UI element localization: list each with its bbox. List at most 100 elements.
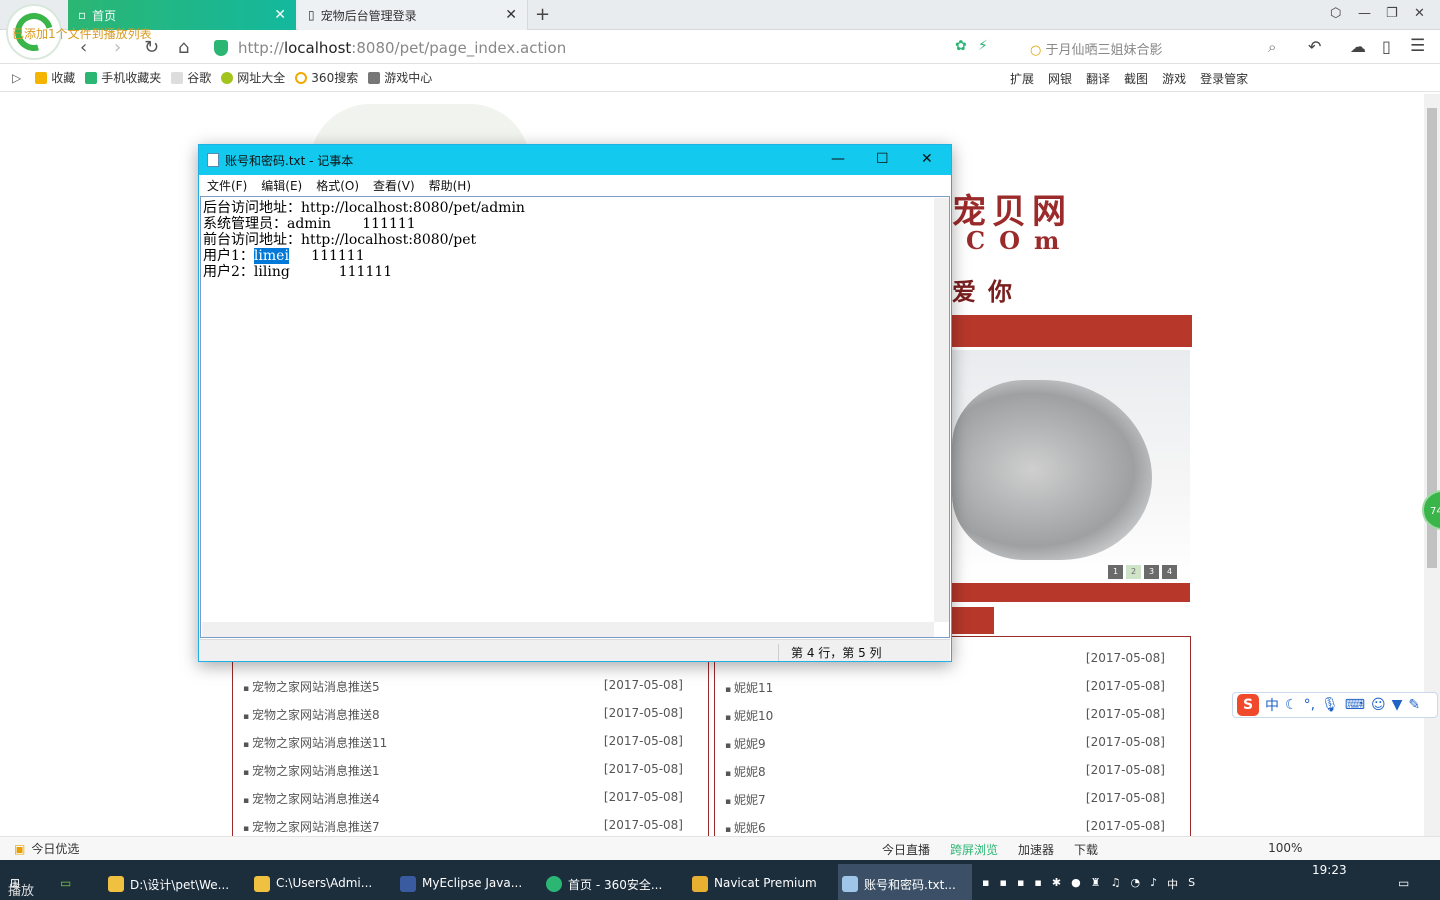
tab-admin-login[interactable]: ▯ 宠物后台管理登录 ✕ <box>298 0 528 30</box>
toolbar-item[interactable]: 扩展 <box>1010 70 1034 87</box>
slider-page-button[interactable]: 4 <box>1162 565 1177 579</box>
taskbar-item[interactable]: D:\设计\pet\We... <box>108 864 248 900</box>
toolbar-item[interactable]: 网银 <box>1048 70 1072 87</box>
phone-icon[interactable]: ▯ <box>1382 37 1391 56</box>
news-title[interactable]: 妮妮11 <box>725 679 1086 699</box>
text-line[interactable]: 用户1：limei 111111 <box>203 248 525 264</box>
zoom-level[interactable]: 100% <box>1268 841 1302 858</box>
status-item[interactable]: 下载 <box>1074 841 1098 858</box>
new-tab-icon[interactable]: + <box>535 4 550 25</box>
cloud-icon[interactable]: ☁ <box>1350 37 1366 56</box>
keyboard-icon[interactable]: ⌨ <box>1345 697 1365 713</box>
list-item[interactable]: 宠物之家网站消息推送8[2017-05-08] <box>243 706 683 726</box>
news-title[interactable]: 宠物之家网站消息推送5 <box>243 678 604 698</box>
news-title[interactable]: 妮妮8 <box>725 763 1086 783</box>
list-item[interactable]: 妮妮7[2017-05-08] <box>725 791 1165 811</box>
search-input[interactable]: ○ 于月仙晒三姐妹合影 <box>1030 39 1163 58</box>
maximize-icon[interactable]: ❐ <box>1386 6 1398 21</box>
bookmark-item[interactable]: 网址大全 <box>221 69 285 86</box>
toolbar-item[interactable]: 翻译 <box>1086 70 1110 87</box>
slider-page-button[interactable]: 2 <box>1126 565 1141 579</box>
wrench-icon[interactable]: ✎ <box>1408 697 1420 713</box>
menu-help[interactable]: 帮助(H) <box>429 177 471 194</box>
mic-icon[interactable]: 🎙 <box>1321 697 1339 713</box>
menu-edit[interactable]: 编辑(E) <box>261 177 302 194</box>
status-item[interactable]: 加速器 <box>1018 841 1054 858</box>
news-title[interactable]: 宠物之家网站消息推送8 <box>243 706 604 726</box>
taskbar-item-active[interactable]: 账号和密码.txt... <box>838 864 972 900</box>
daily-picks-link[interactable]: 今日优选 <box>31 840 79 857</box>
toolbar-item[interactable]: 截图 <box>1124 70 1148 87</box>
bookmark-item[interactable]: 谷歌 <box>171 69 211 86</box>
close-icon[interactable]: ✕ <box>274 7 286 23</box>
news-title[interactable]: 宠物之家网站消息推送11 <box>243 734 604 754</box>
list-item[interactable]: 妮妮10[2017-05-08] <box>725 707 1165 727</box>
taskbar-item[interactable]: Navicat Premium <box>692 864 832 900</box>
close-icon[interactable]: ✕ <box>505 7 517 23</box>
news-title[interactable]: 妮妮7 <box>725 791 1086 811</box>
text-line[interactable]: 前台访问地址：http://localhost:8080/pet <box>203 232 525 248</box>
bookmark-item[interactable]: 游戏中心 <box>368 69 432 86</box>
system-tray[interactable]: ▪ ▪ ▪ ▪ ✱ ● ♜ ♫ ◔ ♪ 中 S <box>982 864 1195 900</box>
page-scrollbar[interactable] <box>1424 94 1440 836</box>
notepad-title-bar[interactable]: 账号和密码.txt - 记事本 — ☐ ✕ <box>199 145 951 175</box>
list-item[interactable]: 宠物之家网站消息推送1[2017-05-08] <box>243 762 683 782</box>
news-title[interactable]: 宠物之家网站消息推送7 <box>243 818 604 838</box>
list-item[interactable]: 宠物之家网站消息推送5[2017-05-08] <box>243 678 683 698</box>
taskbar-item[interactable]: C:\Users\Admi... <box>254 864 394 900</box>
news-title[interactable]: 妮妮10 <box>725 707 1086 727</box>
text-line[interactable]: 用户2：liling 111111 <box>203 264 525 280</box>
home-icon[interactable]: ⌂ <box>178 37 189 58</box>
list-item[interactable]: 妮妮8[2017-05-08] <box>725 763 1165 783</box>
notepad-text-area[interactable]: 后台访问地址：http://localhost:8080/pet/admin 系统… <box>200 196 950 638</box>
taskbar-item[interactable]: MyEclipse Java... <box>400 864 540 900</box>
punctuation-icon[interactable]: °, <box>1304 697 1315 713</box>
taskbar-clock[interactable]: 19:23 <box>1312 863 1347 877</box>
menu-format[interactable]: 格式(O) <box>316 177 359 194</box>
maximize-icon[interactable]: ☐ <box>876 151 889 167</box>
bookmark-item[interactable]: 手机收藏夹 <box>85 69 161 86</box>
bookmark-item[interactable]: 360搜索 <box>295 69 358 86</box>
sogou-logo-icon[interactable]: S <box>1237 694 1259 716</box>
user-icon[interactable]: ☺ <box>1371 697 1386 713</box>
list-item[interactable]: 妮妮9[2017-05-08] <box>725 735 1165 755</box>
slider-page-button[interactable]: 1 <box>1108 565 1123 579</box>
iqiyi-icon[interactable]: ▭ <box>60 864 71 900</box>
selected-text[interactable]: limei <box>253 248 289 264</box>
list-item[interactable]: 宠物之家网站消息推送7[2017-05-08] <box>243 818 683 838</box>
ime-mode-toggle[interactable]: 中 <box>1265 695 1279 715</box>
menu-view[interactable]: 查看(V) <box>373 177 415 194</box>
skin-icon[interactable]: ⬡ <box>1330 6 1341 21</box>
status-item[interactable]: 跨屏浏览 <box>950 841 998 858</box>
news-title[interactable]: 宠物之家网站消息推送4 <box>243 790 604 810</box>
news-title[interactable]: 宠物之家网站消息推送1 <box>243 762 604 782</box>
minimize-icon[interactable]: — <box>831 151 845 167</box>
slider-page-button[interactable]: 3 <box>1144 565 1159 579</box>
vertical-scrollbar[interactable] <box>934 198 949 622</box>
toolbar-item[interactable]: 游戏 <box>1162 70 1186 87</box>
news-title[interactable]: 妮妮9 <box>725 735 1086 755</box>
menu-file[interactable]: 文件(F) <box>207 177 247 194</box>
menu-icon[interactable]: ☰ <box>1410 36 1425 56</box>
bookmark-item[interactable]: 收藏 <box>35 69 75 86</box>
status-item[interactable]: 今日直播 <box>882 841 930 858</box>
search-icon[interactable]: ⌕ <box>1268 38 1276 56</box>
skin-icon[interactable]: ▼ <box>1392 697 1403 713</box>
security-check-icon[interactable]: ✿ <box>955 38 967 54</box>
list-item[interactable]: 宠物之家网站消息推送11[2017-05-08] <box>243 734 683 754</box>
toolbar-item[interactable]: 登录管家 <box>1200 70 1248 87</box>
moon-icon[interactable]: ☾ <box>1285 697 1298 713</box>
minimize-icon[interactable]: — <box>1358 6 1371 21</box>
horizontal-scrollbar[interactable] <box>202 622 934 637</box>
notification-icon[interactable]: ▭ <box>1398 864 1409 900</box>
list-item[interactable]: 妮妮11[2017-05-08] <box>725 679 1165 699</box>
taskbar-item[interactable]: 首页 - 360安全... <box>546 864 686 900</box>
text-line[interactable]: 后台访问地址：http://localhost:8080/pet/admin <box>203 200 525 216</box>
close-icon[interactable]: ✕ <box>1414 6 1425 21</box>
speed-mode-icon[interactable]: ⚡ <box>978 38 988 54</box>
list-item[interactable]: 宠物之家网站消息推送4[2017-05-08] <box>243 790 683 810</box>
text-line[interactable]: 系统管理员：admin 111111 <box>203 216 525 232</box>
close-icon[interactable]: ✕ <box>921 151 933 167</box>
sidebar-toggle-icon[interactable]: ▷ <box>12 71 21 85</box>
undo-close-icon[interactable]: ↶ <box>1308 37 1321 56</box>
